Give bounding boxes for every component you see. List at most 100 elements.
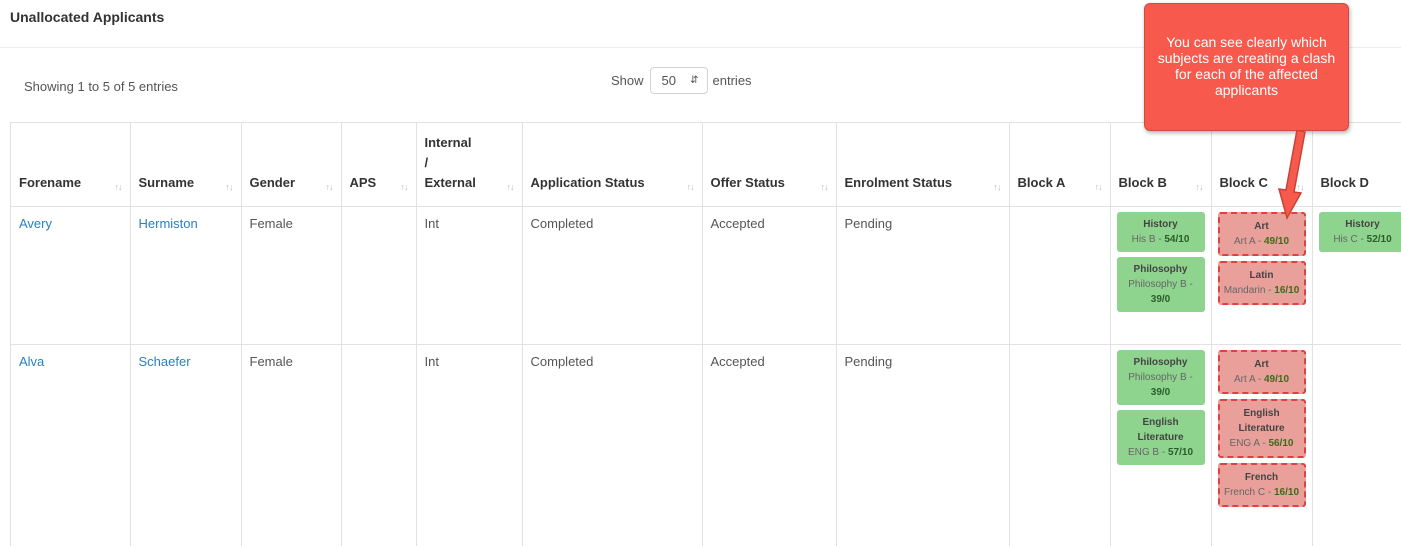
cell-block-d: History His C - 52/10 <box>1312 206 1401 345</box>
subject-detail: French C - <box>1223 486 1274 498</box>
subject-score: 39/0 <box>1150 293 1171 305</box>
subject-card[interactable]: History His C - 52/10 <box>1318 211 1401 252</box>
cell-block-c: Art Art A - 49/10 Latin Mandarin - 16/10 <box>1211 206 1313 345</box>
sort-icon: ↑↓ <box>114 181 123 192</box>
cell-gender: Female <box>241 344 342 546</box>
subject-name: Art <box>1254 358 1269 370</box>
subject-name: English Literature <box>1238 407 1285 434</box>
subject-score: 39/0 <box>1150 386 1171 398</box>
sort-icon: ↑↓ <box>686 181 695 192</box>
subject-name: English Literature <box>1137 416 1184 443</box>
cell-forename: Alva <box>11 344 131 546</box>
sort-icon: ↑↓ <box>820 181 829 192</box>
table-row: Avery Hermiston Female Int Completed Acc… <box>11 206 1401 345</box>
applicants-table-wrap: Forename ↑↓ Surname ↑↓ Gender ↑↓ APS ↑↓ Inte… <box>10 122 1401 546</box>
showing-entries-info: Showing 1 to 5 of 5 entries <box>24 79 178 94</box>
col-header-aps[interactable]: APS ↑↓ <box>341 123 417 207</box>
clash-subject-card[interactable]: Art Art A - 49/10 <box>1217 349 1306 394</box>
select-arrows-icon: ⇵ <box>690 75 699 86</box>
show-label: Show <box>611 73 644 88</box>
cell-application-status: Completed <box>522 344 703 546</box>
page-size-control: Show 50 ⇵ entries <box>611 67 752 94</box>
cell-block-c: Art Art A - 49/10 English Literature ENG… <box>1211 344 1313 546</box>
col-header-gender[interactable]: Gender ↑↓ <box>241 123 342 207</box>
sort-icon: ↑↓ <box>1094 181 1103 192</box>
sort-icon: ↑↓ <box>400 181 409 192</box>
clash-subject-card[interactable]: Latin Mandarin - 16/10 <box>1217 260 1306 305</box>
page-size-value: 50 <box>661 73 676 88</box>
cell-block-d <box>1312 344 1401 546</box>
cell-aps <box>341 206 417 345</box>
callout-text: You can see clearly which subjects are c… <box>1157 34 1336 98</box>
subject-name: Art <box>1254 220 1269 232</box>
col-header-block-a[interactable]: Block A ↑↓ <box>1009 123 1111 207</box>
cell-internal-external: Int <box>416 206 523 345</box>
surname-link[interactable]: Schaefer <box>139 354 191 369</box>
forename-link[interactable]: Avery <box>19 216 52 231</box>
cell-internal-external: Int <box>416 344 523 546</box>
subject-score: 52/10 <box>1366 233 1392 245</box>
subject-name: Latin <box>1249 269 1274 281</box>
applicants-table: Forename ↑↓ Surname ↑↓ Gender ↑↓ APS ↑↓ Inte… <box>11 123 1401 546</box>
subject-detail: His C - <box>1333 233 1367 245</box>
cell-enrolment-status: Pending <box>836 344 1010 546</box>
subject-detail: His B - <box>1131 233 1165 245</box>
callout-arrow-icon <box>1277 130 1306 220</box>
subject-name: Philosophy <box>1133 263 1188 275</box>
subject-card[interactable]: Philosophy Philosophy B - 39/0 <box>1116 256 1205 312</box>
subject-detail: Art A - <box>1233 235 1264 247</box>
forename-link[interactable]: Alva <box>19 354 44 369</box>
col-header-block-d[interactable]: Block D↑↓ <box>1312 123 1401 207</box>
subject-score: 16/10 <box>1274 284 1300 296</box>
cell-offer-status: Accepted <box>702 206 837 345</box>
subject-detail: Art A - <box>1233 373 1264 385</box>
cell-surname: Schaefer <box>130 344 242 546</box>
sort-icon: ↑↓ <box>225 181 234 192</box>
page-size-select[interactable]: 50 ⇵ <box>649 67 708 94</box>
subject-name: French <box>1244 471 1279 483</box>
clash-subject-card[interactable]: French French C - 16/10 <box>1217 462 1306 507</box>
cell-application-status: Completed <box>522 206 703 345</box>
cell-block-b: History His B - 54/10 Philosophy Philoso… <box>1110 206 1212 345</box>
cell-aps <box>341 344 417 546</box>
subject-card[interactable]: Philosophy Philosophy B - 39/0 <box>1116 349 1205 405</box>
annotation-callout: You can see clearly which subjects are c… <box>1144 3 1349 131</box>
subject-score: 54/10 <box>1164 233 1190 245</box>
subject-card[interactable]: History His B - 54/10 <box>1116 211 1205 252</box>
page-title: Unallocated Applicants <box>10 9 165 25</box>
cell-forename: Avery <box>11 206 131 345</box>
subject-name: Philosophy <box>1133 356 1188 368</box>
entries-label: entries <box>712 73 752 88</box>
subject-score: 57/10 <box>1167 446 1194 458</box>
sort-icon: ↑↓ <box>325 181 334 192</box>
cell-offer-status: Accepted <box>702 344 837 546</box>
subject-detail: Philosophy B - <box>1128 371 1193 383</box>
clash-subject-card[interactable]: English Literature ENG A - 56/10 <box>1217 398 1306 458</box>
cell-block-a <box>1009 344 1111 546</box>
surname-link[interactable]: Hermiston <box>139 216 198 231</box>
cell-surname: Hermiston <box>130 206 242 345</box>
sort-icon: ↑↓ <box>993 181 1002 192</box>
sort-icon: ↑↓ <box>506 181 515 192</box>
subject-score: 56/10 <box>1268 437 1294 449</box>
col-header-forename[interactable]: Forename ↑↓ <box>11 123 131 207</box>
col-header-application-status[interactable]: Application Status ↑↓ <box>522 123 703 207</box>
subject-detail: Philosophy B - <box>1128 278 1193 290</box>
subject-detail: Mandarin - <box>1223 284 1275 296</box>
sort-icon: ↑↓ <box>1195 181 1204 192</box>
col-header-surname[interactable]: Surname ↑↓ <box>130 123 242 207</box>
table-row: Alva Schaefer Female Int Completed Accep… <box>11 344 1401 546</box>
col-header-block-b[interactable]: Block B ↑↓ <box>1110 123 1212 207</box>
col-header-offer-status[interactable]: Offer Status ↑↓ <box>702 123 837 207</box>
subject-score: 16/10 <box>1273 486 1300 498</box>
subject-detail: ENG B - <box>1127 446 1168 458</box>
header-row: Forename ↑↓ Surname ↑↓ Gender ↑↓ APS ↑↓ Inte… <box>11 123 1401 207</box>
cell-enrolment-status: Pending <box>836 206 1010 345</box>
subject-name: History <box>1345 218 1380 230</box>
col-header-internal-external[interactable]: Internal / External ↑↓ <box>416 123 523 207</box>
col-header-enrolment-status[interactable]: Enrolment Status ↑↓ <box>836 123 1010 207</box>
cell-gender: Female <box>241 206 342 345</box>
subject-score: 49/10 <box>1263 373 1290 385</box>
subject-card[interactable]: English Literature ENG B - 57/10 <box>1116 409 1205 465</box>
cell-block-a <box>1009 206 1111 345</box>
